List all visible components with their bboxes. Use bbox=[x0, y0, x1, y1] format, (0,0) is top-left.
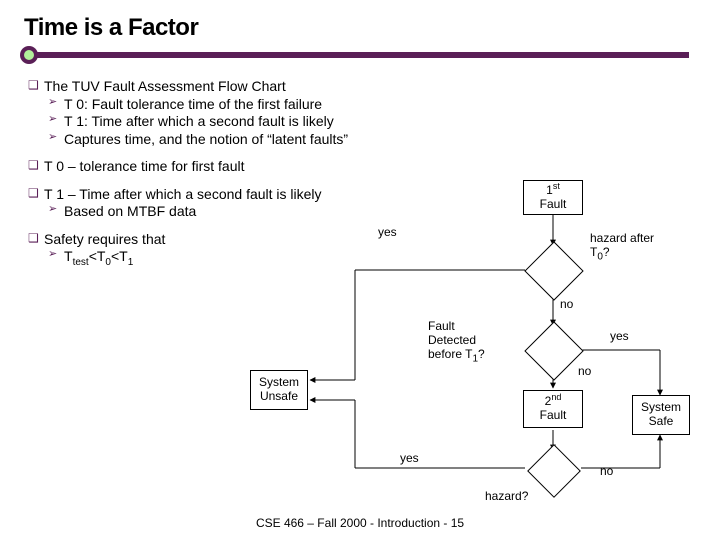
slide-footer: CSE 466 – Fall 2000 - Introduction - 15 bbox=[0, 516, 720, 530]
label-no-3: no bbox=[600, 465, 613, 479]
slide: Time is a Factor The TUV Fault Assessmen… bbox=[0, 0, 720, 540]
fd-l2: Detected bbox=[428, 333, 476, 347]
label-yes-1: yes bbox=[378, 226, 397, 240]
second-fault-text: Fault bbox=[540, 408, 567, 422]
safe-l1: System bbox=[641, 400, 681, 414]
first-fault-1: 1 bbox=[546, 183, 553, 197]
safe-l2: Safe bbox=[649, 414, 674, 428]
unsafe-l2: Unsafe bbox=[260, 389, 298, 403]
flowchart-lines bbox=[0, 0, 720, 540]
label-no-1: no bbox=[560, 298, 573, 312]
fd-l3b: ? bbox=[478, 347, 485, 361]
node-system-safe: System Safe bbox=[632, 395, 690, 435]
label-hazard-q: hazard? bbox=[485, 490, 528, 504]
node-second-fault: 2nd Fault bbox=[523, 390, 583, 428]
hazard-t0-q: ? bbox=[603, 245, 610, 259]
label-no-2: no bbox=[578, 365, 591, 379]
unsafe-l1: System bbox=[259, 375, 299, 389]
node-system-unsafe: System Unsafe bbox=[250, 370, 308, 410]
label-fault-detected: Fault Detected before T1? bbox=[428, 320, 508, 361]
label-hazard-t0: hazard after T0? bbox=[590, 232, 680, 260]
label-yes-3: yes bbox=[400, 452, 419, 466]
hazard-t0-l1: hazard after bbox=[590, 231, 654, 245]
fd-l3a: before T bbox=[428, 347, 472, 361]
first-fault-sup: st bbox=[553, 181, 560, 191]
first-fault-text: Fault bbox=[540, 197, 567, 211]
label-yes-2: yes bbox=[610, 330, 629, 344]
fd-l1: Fault bbox=[428, 319, 455, 333]
node-first-fault: 1st Fault bbox=[523, 180, 583, 215]
second-fault-sup: nd bbox=[551, 392, 561, 402]
flowchart: 1st Fault hazard after T0? yes no Fault … bbox=[0, 0, 720, 540]
